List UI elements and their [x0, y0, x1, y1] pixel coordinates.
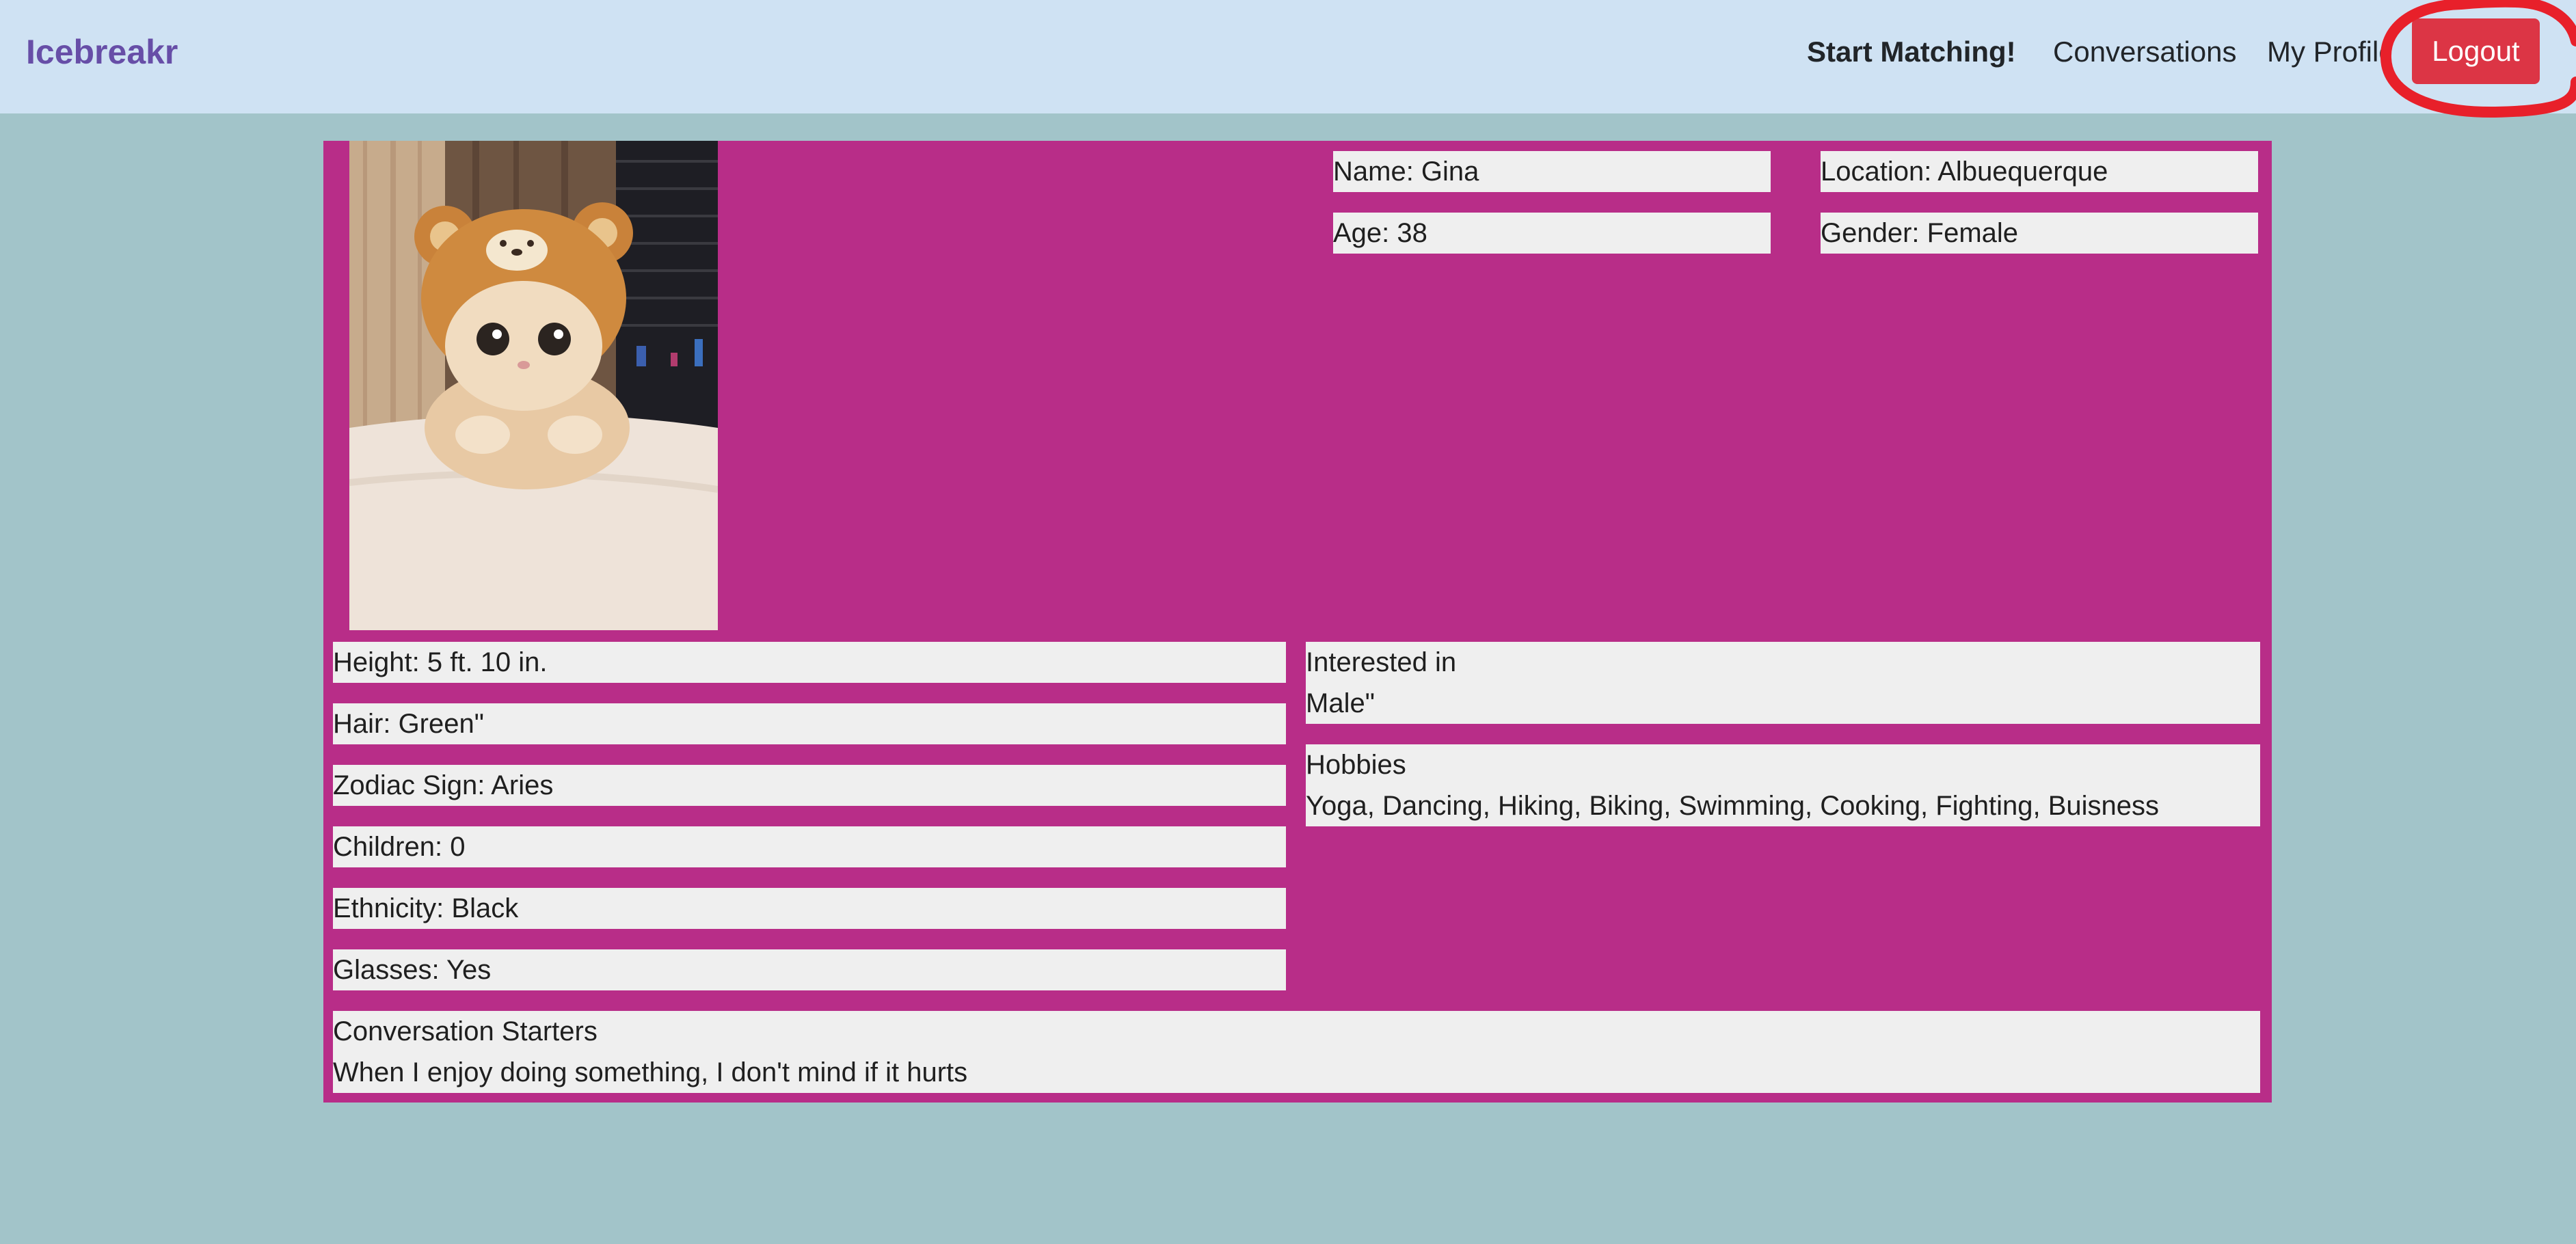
profile-card: Name: Gina Location: Albuequerque Age: 3…	[323, 141, 2272, 1103]
conversation-starters-label: Conversation Starters	[333, 1016, 598, 1046]
hobbies-value: Yoga, Dancing, Hiking, Biking, Swimming,…	[1306, 791, 2160, 821]
glasses-field: Glasses: Yes	[333, 949, 1286, 990]
conversation-starters-field: Conversation Starters When I enjoy doing…	[333, 1011, 2260, 1093]
height-field: Height: 5 ft. 10 in.	[333, 642, 1286, 683]
ethnicity-field: Ethnicity: Black	[333, 888, 1286, 929]
age-field: Age: 38	[1333, 213, 1771, 254]
gender-field: Gender: Female	[1821, 213, 2258, 254]
brand-logo[interactable]: Icebreakr	[26, 31, 178, 72]
hair-field: Hair: Green"	[333, 703, 1286, 744]
navbar: Icebreakr Start Matching! Conversations …	[0, 0, 2576, 113]
nav-conversations[interactable]: Conversations	[2053, 31, 2236, 72]
nav-my-profile[interactable]: My Profile	[2267, 31, 2387, 72]
profile-photo	[349, 141, 718, 630]
hobbies-label: Hobbies	[1306, 750, 1406, 780]
logout-button[interactable]: Logout	[2412, 18, 2540, 84]
nav-start-matching[interactable]: Start Matching!	[1807, 31, 2016, 72]
location-field: Location: Albuequerque	[1821, 151, 2258, 192]
children-field: Children: 0	[333, 826, 1286, 867]
interested-in-field: Interested in Male"	[1306, 642, 2260, 724]
name-field: Name: Gina	[1333, 151, 1771, 192]
zodiac-field: Zodiac Sign: Aries	[333, 765, 1286, 806]
conversation-starters-value: When I enjoy doing something, I don't mi…	[333, 1057, 968, 1087]
hobbies-field: Hobbies Yoga, Dancing, Hiking, Biking, S…	[1306, 744, 2260, 826]
interested-in-value: Male"	[1306, 688, 1375, 718]
interested-in-label: Interested in	[1306, 647, 1457, 677]
cat-photo-icon	[349, 141, 718, 630]
